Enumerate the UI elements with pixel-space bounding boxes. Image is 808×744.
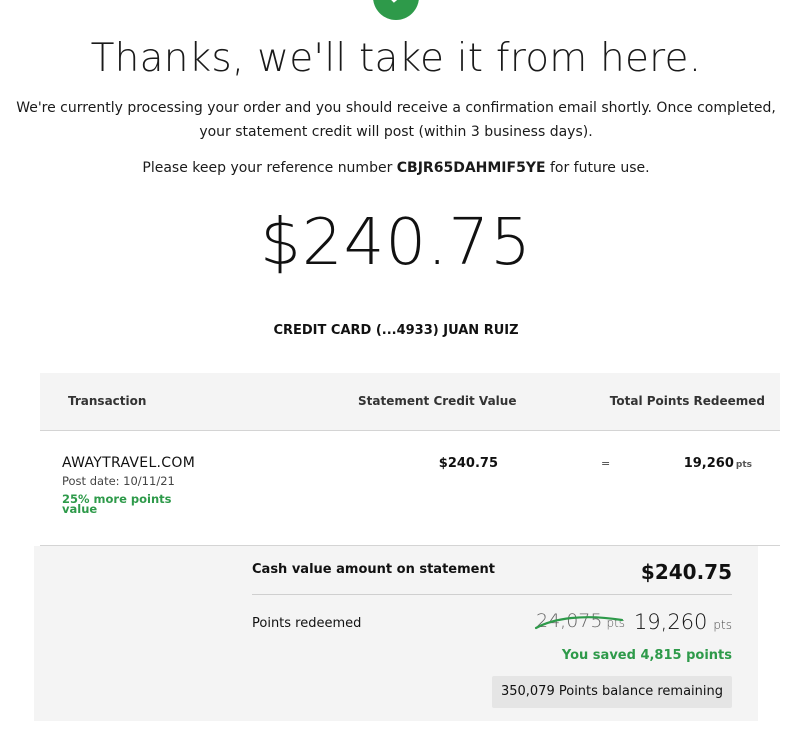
reference-number: CBJR65DAHMIF5YE bbox=[396, 160, 546, 176]
savings-message: You saved 4,815 points bbox=[561, 648, 732, 663]
processing-message: We're currently processing your order an… bbox=[16, 100, 776, 140]
points-redeemed-value: 19,260 pts bbox=[684, 456, 752, 471]
header-total-points: Total Points Redeemed bbox=[609, 394, 765, 408]
points-unit: pts bbox=[735, 460, 752, 470]
redeemed-amount: $240.75 bbox=[260, 206, 532, 280]
page-title: Thanks, we'll take it from here. bbox=[90, 36, 702, 81]
reference-prefix: Please keep your reference number bbox=[142, 160, 393, 176]
reference-line: Please keep your reference number CBJR65… bbox=[0, 160, 792, 176]
summary-panel: Cash value amount on statement $240.75 P… bbox=[34, 546, 758, 721]
post-date: Post date: 10/11/21 bbox=[62, 474, 175, 488]
redeemed-points-number: 19,260 bbox=[633, 610, 708, 634]
table-header: Transaction Statement Credit Value Total… bbox=[40, 373, 780, 431]
cash-value-label: Cash value amount on statement bbox=[252, 562, 495, 577]
redeemed-points: 19,260 pts bbox=[634, 610, 732, 634]
merchant-name: AWAYTRAVEL.COM bbox=[62, 455, 196, 471]
points-redeemed-label: Points redeemed bbox=[252, 616, 362, 631]
redeemed-points-unit: pts bbox=[713, 618, 732, 632]
cash-value-amount: $240.75 bbox=[640, 560, 732, 584]
points-balance-badge: 350,079 Points balance remaining bbox=[491, 676, 732, 708]
checkmark-icon bbox=[391, 0, 398, 3]
header-statement-credit: Statement Credit Value bbox=[358, 394, 517, 408]
statement-credit-value: $240.75 bbox=[438, 456, 498, 471]
equals-sign: = bbox=[601, 457, 611, 470]
card-label: CREDIT CARD (...4933) JUAN RUIZ bbox=[273, 323, 519, 338]
success-checkmark-badge bbox=[373, 0, 419, 20]
table-row: AWAYTRAVEL.COM Post date: 10/11/21 25% m… bbox=[40, 432, 780, 546]
points-number: 19,260 bbox=[683, 456, 734, 471]
summary-divider bbox=[252, 594, 732, 595]
promo-badge: 25% more points value bbox=[62, 492, 172, 516]
strikethrough-swoosh-icon bbox=[534, 616, 624, 630]
reference-suffix: for future use. bbox=[549, 160, 650, 176]
header-transaction: Transaction bbox=[68, 394, 147, 408]
